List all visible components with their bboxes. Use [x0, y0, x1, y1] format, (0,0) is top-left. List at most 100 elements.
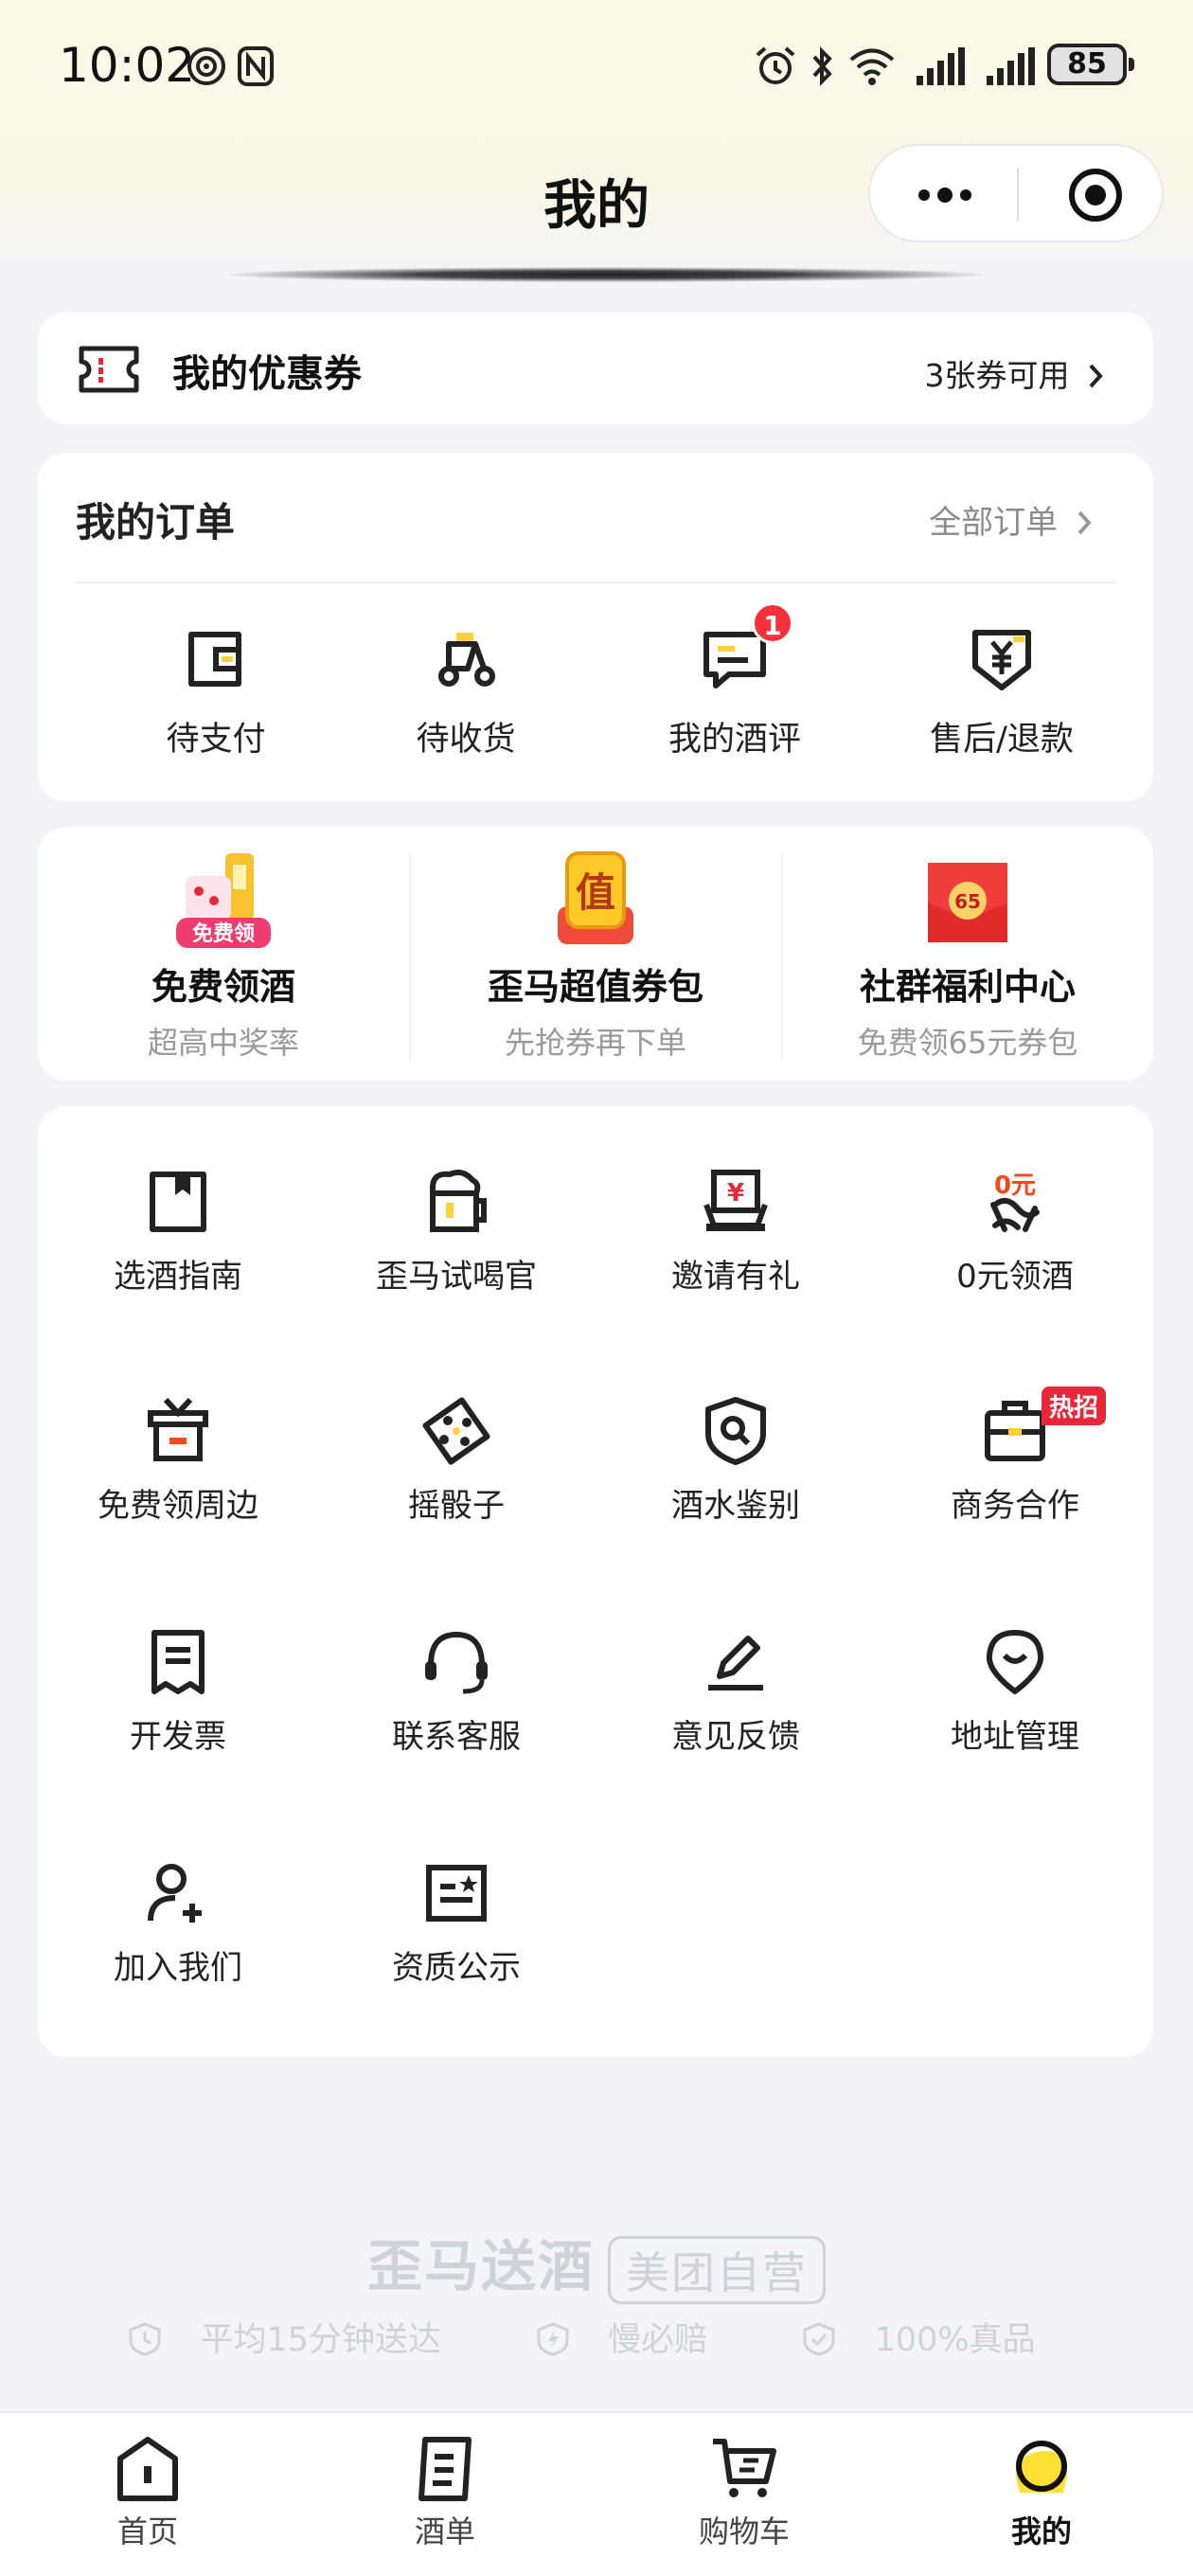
- review-count-badge: 1: [752, 602, 793, 644]
- wallet-icon: [188, 632, 241, 687]
- services-card: 选酒指南 歪马试喝官 ¥ 邀请有礼 0元 0元领酒 免费领周边 摇骰子 酒水鉴别…: [38, 1106, 1153, 2057]
- service-join-us[interactable]: 加入我们: [38, 1858, 318, 1988]
- promo-free-wine[interactable]: 免费领 免费领酒 超高中奖率: [38, 848, 409, 1065]
- tab-home[interactable]: 首页: [53, 2434, 242, 2551]
- tv-gift-icon: [148, 1397, 208, 1461]
- tab-cart[interactable]: 购物车: [650, 2434, 839, 2551]
- service-label: 联系客服: [392, 1718, 521, 1756]
- tab-profile[interactable]: 我的: [947, 2434, 1136, 2551]
- cart-icon: [713, 2439, 776, 2497]
- service-label: 地址管理: [951, 1718, 1079, 1756]
- ticket-icon: [79, 346, 139, 393]
- service-feedback[interactable]: 意见反馈: [596, 1627, 876, 1757]
- all-orders-label: 全部订单: [929, 504, 1059, 542]
- tab-wine-list[interactable]: 酒单: [350, 2434, 540, 2551]
- service-dice[interactable]: 摇骰子: [316, 1396, 596, 1526]
- red-envelope-icon: 65: [928, 863, 1007, 942]
- free-wine-gift-icon: 免费领: [176, 853, 271, 948]
- order-after-sales[interactable]: 售后/退款: [879, 623, 1125, 760]
- order-item-label: 待支付: [166, 721, 266, 759]
- service-label: 0元领酒: [956, 1258, 1074, 1296]
- service-label: 商务合作: [951, 1487, 1079, 1525]
- invite-gift-icon: ¥: [703, 1170, 768, 1231]
- service-customer-support[interactable]: 联系客服: [316, 1627, 596, 1757]
- svg-text:65: 65: [954, 890, 981, 913]
- signal-strength-2-icon: [987, 47, 1035, 85]
- bottom-tab-bar: 首页 酒单 购物车 我的: [0, 2411, 1193, 2576]
- status-time: 10:02: [59, 38, 196, 93]
- svg-text:免费领: 免费领: [192, 921, 255, 946]
- promo-title: 社群福利中心: [859, 966, 1076, 1008]
- service-invoice[interactable]: 开发票: [38, 1627, 318, 1757]
- promo-subtitle: 超高中奖率: [147, 1025, 299, 1061]
- guide-book-icon: [150, 1172, 206, 1232]
- clock-shield-icon: [129, 2322, 161, 2356]
- orders-title: 我的订单: [76, 499, 236, 546]
- svg-text:¥: ¥: [727, 1179, 744, 1208]
- coupon-available[interactable]: 3张券可用: [925, 350, 1107, 396]
- all-orders-link[interactable]: 全部订单: [929, 496, 1095, 543]
- promo-card: 免费领 免费领酒 超高中奖率 值 歪马超值券包 先抢券再下单 65 社群福利中心…: [38, 827, 1153, 1081]
- order-pending-payment[interactable]: 待支付: [93, 623, 339, 760]
- service-address[interactable]: 地址管理: [875, 1627, 1155, 1757]
- location-icon: [986, 1630, 1044, 1694]
- service-business[interactable]: 热招 商务合作: [875, 1386, 1155, 1526]
- service-label: 开发票: [130, 1718, 226, 1756]
- svg-text:0元: 0元: [994, 1172, 1036, 1200]
- dice-icon: [422, 1397, 490, 1465]
- free-wine-icon: 0元: [990, 1172, 1040, 1232]
- check-shield-icon: [803, 2322, 835, 2356]
- brand-tag: 美团自营: [608, 2235, 826, 2304]
- service-invite[interactable]: ¥ 邀请有礼: [596, 1167, 876, 1297]
- service-zero-wine[interactable]: 0元 0元领酒: [875, 1167, 1155, 1297]
- order-item-label: 售后/退款: [930, 721, 1074, 759]
- service-label: 资质公示: [392, 1949, 521, 1987]
- promo-subtitle: 免费领65元券包: [857, 1025, 1078, 1061]
- coupon-card[interactable]: 我的优惠券 3张券可用: [38, 313, 1153, 424]
- service-label: 摇骰子: [408, 1487, 505, 1525]
- order-item-label: 我的酒评: [668, 721, 801, 759]
- coupon-title: 我的优惠券: [172, 352, 362, 396]
- service-label: 酒水鉴别: [671, 1487, 800, 1525]
- promo-title: 免费领酒: [151, 966, 295, 1008]
- orders-divider: [76, 581, 1115, 583]
- invoice-icon: [151, 1630, 205, 1694]
- certificate-icon: [426, 1865, 487, 1922]
- svg-text:值: 值: [576, 869, 615, 916]
- feature-item: 慢必赔: [537, 2321, 746, 2359]
- service-wine-guide[interactable]: 选酒指南: [38, 1167, 318, 1297]
- service-qualifications[interactable]: 资质公示: [316, 1858, 596, 1988]
- menu-list-icon: [418, 2437, 472, 2501]
- home-icon: [117, 2437, 178, 2501]
- nfc-signal-icon: [187, 47, 225, 85]
- wifi-icon: [849, 48, 895, 85]
- headset-icon: [425, 1631, 488, 1694]
- service-label: 选酒指南: [114, 1258, 242, 1296]
- pen-icon: [708, 1636, 763, 1690]
- service-free-merch[interactable]: 免费领周边: [38, 1396, 318, 1526]
- service-label: 意见反馈: [671, 1718, 800, 1756]
- service-label: 免费领周边: [98, 1487, 258, 1525]
- tab-label: 酒单: [414, 2513, 475, 2549]
- bluetooth-icon: [812, 46, 832, 86]
- close-target-icon[interactable]: [1067, 167, 1124, 224]
- promo-community-center[interactable]: 65 社群福利中心 免费领65元券包: [782, 848, 1153, 1065]
- hiring-tag: 热招: [1042, 1386, 1107, 1425]
- nfc-icon: [238, 46, 274, 86]
- add-user-icon: [148, 1864, 202, 1923]
- brand-name: 歪马送酒: [366, 2234, 595, 2299]
- profile-icon: [1016, 2441, 1068, 2493]
- promo-coupon-pack[interactable]: 值 歪马超值券包 先抢券再下单: [410, 848, 781, 1065]
- signal-strength-icon: [917, 47, 965, 85]
- feature-item: 100%真品: [803, 2321, 1063, 2359]
- service-taster[interactable]: 歪马试喝官: [316, 1167, 596, 1297]
- order-pending-delivery[interactable]: 待收货: [343, 623, 589, 760]
- more-options-icon[interactable]: [912, 178, 978, 212]
- order-my-reviews[interactable]: 1 我的酒评: [612, 602, 858, 760]
- alarm-icon: [756, 46, 795, 84]
- service-authentication[interactable]: 酒水鉴别: [596, 1396, 876, 1526]
- status-bar: 10:02 85: [0, 0, 1193, 133]
- delivery-scooter-icon: [438, 633, 495, 687]
- tab-label: 我的: [1010, 2513, 1072, 2549]
- brand-features: 平均15分钟送达 慢必赔 100%真品: [0, 2313, 1193, 2361]
